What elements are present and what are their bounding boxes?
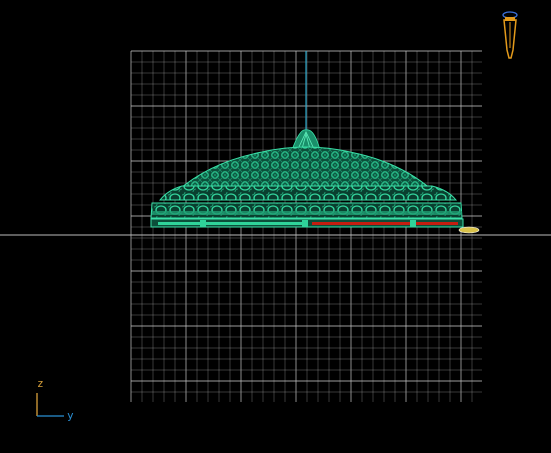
rim-clip-1	[200, 220, 206, 227]
dome-base-highlight	[158, 222, 306, 225]
selected-rail	[312, 222, 458, 225]
axis-triad	[36, 393, 64, 417]
dome-belt	[152, 211, 462, 215]
lamp-dome-model[interactable]	[150, 129, 480, 234]
gizmo-handle[interactable]	[458, 226, 480, 234]
3d-viewport[interactable]	[0, 0, 551, 453]
dome-upper-shell	[174, 146, 434, 193]
dome-lower-ring	[150, 202, 463, 219]
dome-mid-band	[158, 185, 458, 201]
z-axis-label: z	[37, 377, 44, 390]
rim-clip-2	[302, 220, 308, 227]
rim-clip-3	[410, 220, 416, 227]
camera-orientation-icon[interactable]	[502, 11, 518, 59]
y-axis-label: y	[67, 409, 74, 422]
